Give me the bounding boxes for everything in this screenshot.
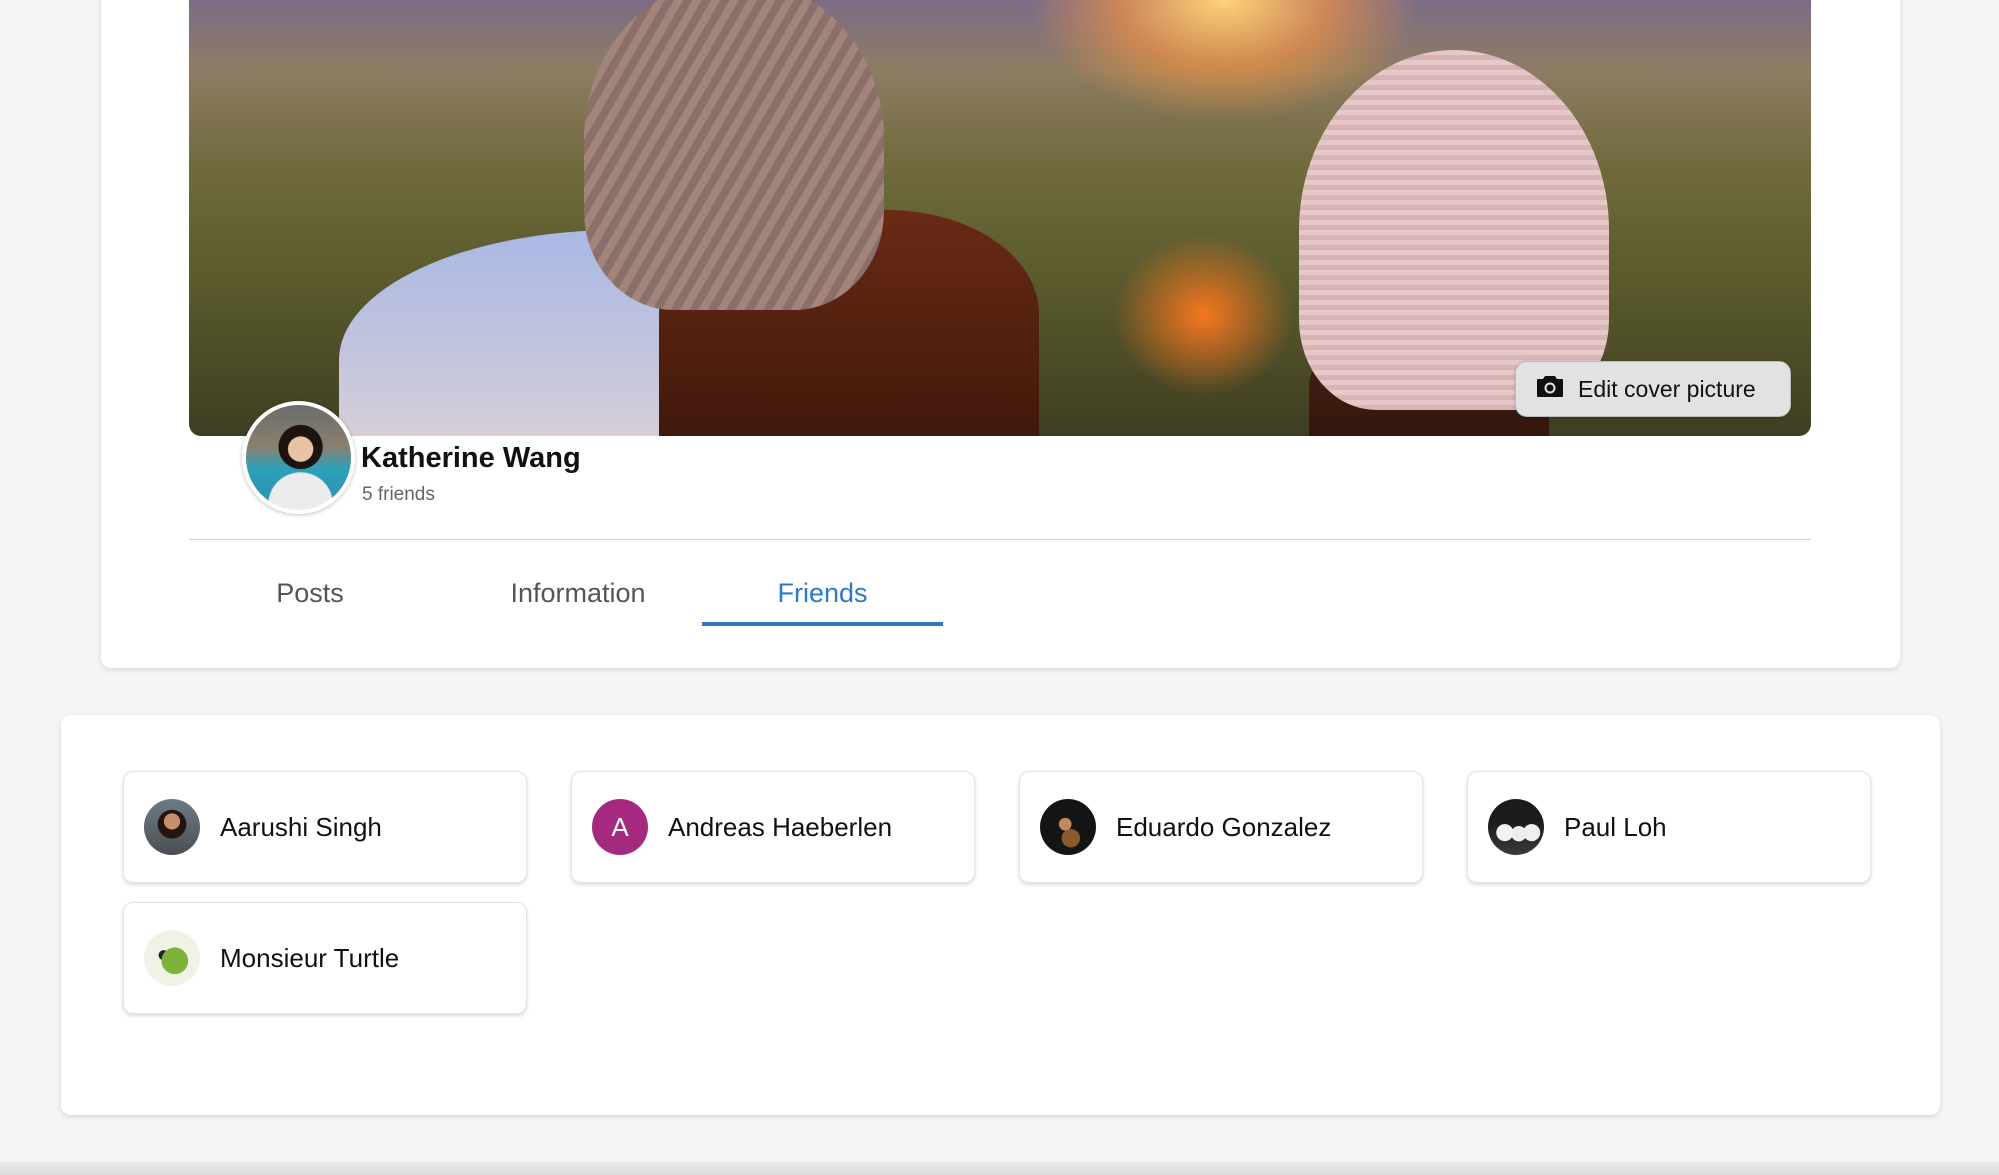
camera-icon bbox=[1536, 374, 1564, 404]
cover-scene-hat-left bbox=[584, 0, 884, 310]
window-bottom-edge bbox=[0, 1162, 1999, 1175]
avatar bbox=[144, 799, 200, 855]
avatar bbox=[1488, 799, 1544, 855]
edit-cover-button[interactable]: Edit cover picture bbox=[1515, 361, 1791, 417]
friend-name: Andreas Haeberlen bbox=[668, 811, 893, 842]
friend-count: 5 friends bbox=[362, 484, 435, 505]
profile-avatar[interactable] bbox=[242, 401, 355, 514]
friend-name: Paul Loh bbox=[1564, 811, 1667, 842]
tab-information[interactable]: Information bbox=[478, 560, 678, 626]
friend-card-andreas-haeberlen[interactable]: A Andreas Haeberlen bbox=[571, 771, 975, 883]
tab-posts[interactable]: Posts bbox=[237, 560, 383, 626]
friend-card-monsieur-turtle[interactable]: Monsieur Turtle bbox=[123, 902, 527, 1014]
edit-cover-label: Edit cover picture bbox=[1578, 375, 1756, 402]
friend-name: Eduardo Gonzalez bbox=[1116, 811, 1332, 842]
cover-scene-hat-right bbox=[1299, 50, 1609, 410]
friend-name: Monsieur Turtle bbox=[220, 942, 400, 973]
avatar bbox=[144, 930, 200, 986]
friend-name: Aarushi Singh bbox=[220, 811, 382, 842]
friend-card-aarushi-singh[interactable]: Aarushi Singh bbox=[123, 771, 527, 883]
active-tab-indicator bbox=[702, 622, 943, 626]
avatar: A bbox=[592, 799, 648, 855]
friend-card-eduardo-gonzalez[interactable]: Eduardo Gonzalez bbox=[1019, 771, 1423, 883]
profile-name: Katherine Wang bbox=[361, 442, 581, 474]
avatar bbox=[1040, 799, 1096, 855]
friend-card-paul-loh[interactable]: Paul Loh bbox=[1467, 771, 1871, 883]
divider bbox=[189, 539, 1811, 540]
tab-friends[interactable]: Friends bbox=[702, 560, 943, 626]
